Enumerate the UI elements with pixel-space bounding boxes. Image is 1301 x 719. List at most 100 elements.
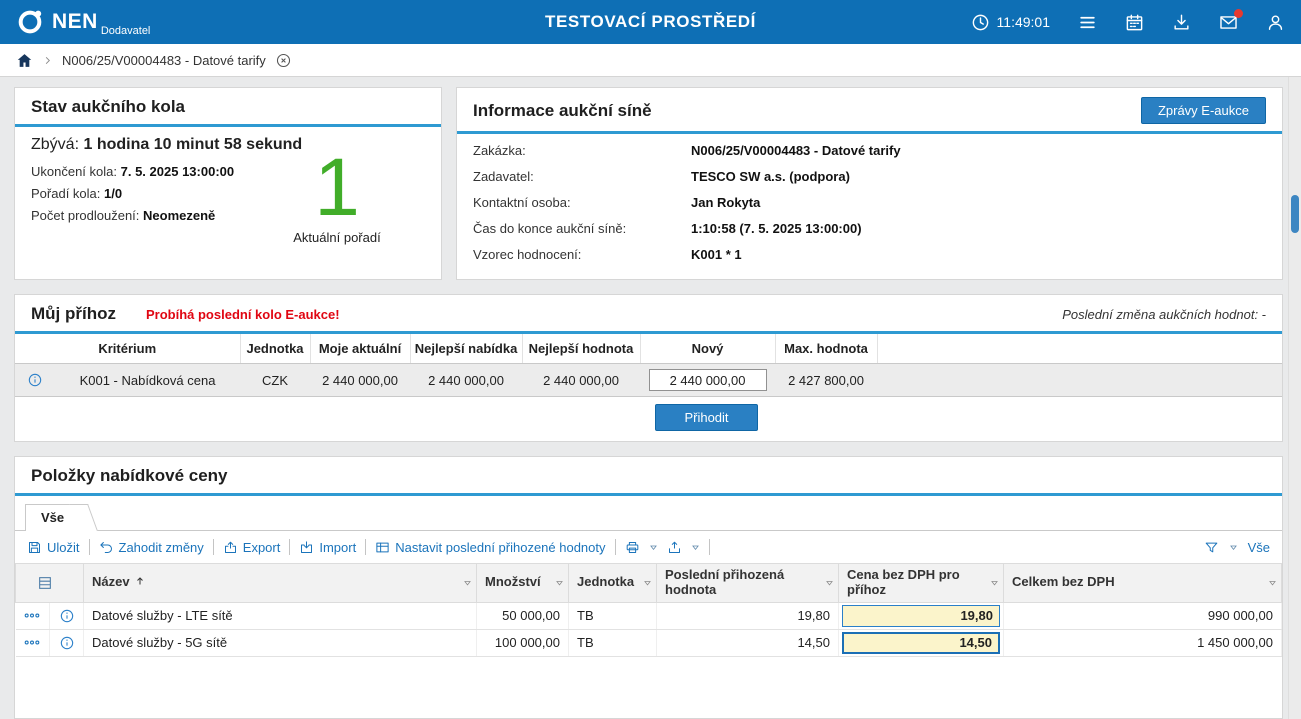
- filter-caret-icon[interactable]: [1268, 578, 1277, 587]
- col-max-value: Max. hodnota: [775, 334, 877, 364]
- nen-brand[interactable]: NEN Dodavatel: [16, 8, 150, 36]
- brand-name: NEN: [52, 12, 98, 32]
- filter-caret-icon[interactable]: [463, 578, 472, 587]
- item-price-input[interactable]: [842, 632, 1000, 654]
- item-total: 1 450 000,00: [1004, 629, 1282, 656]
- panel-title: Můj příhoz: [31, 304, 116, 324]
- close-tab-icon[interactable]: [275, 52, 292, 69]
- batch-actions-icon[interactable]: [16, 564, 84, 603]
- toolbar-separator: [365, 539, 366, 555]
- info-icon[interactable]: [15, 364, 55, 397]
- import-button[interactable]: Import: [299, 540, 356, 555]
- item-unit: TB: [569, 602, 657, 629]
- col-best-value: Nejlepší hodnota: [522, 334, 640, 364]
- info-icon[interactable]: [50, 629, 84, 656]
- price-items-panel: Položky nabídkové ceny Vše Uložit Zahodi…: [14, 456, 1283, 719]
- toolbar-separator: [213, 539, 214, 555]
- last-change-note: Poslední změna aukčních hodnot: -: [1062, 307, 1266, 322]
- view-filter-label[interactable]: Vše: [1248, 540, 1270, 555]
- bid-best-value: 2 440 000,00: [522, 364, 640, 397]
- eauction-messages-button[interactable]: Zprávy E-aukce: [1141, 97, 1266, 124]
- col-unit: Jednotka: [240, 334, 310, 364]
- print-dropdown-icon[interactable]: [649, 543, 658, 552]
- brand-subtitle: Dodavatel: [101, 25, 151, 37]
- chevron-right-icon: [42, 55, 53, 66]
- place-bid-button[interactable]: Přihodit: [655, 404, 757, 431]
- discard-changes-button[interactable]: Zahodit změny: [99, 540, 204, 555]
- server-clock: 11:49:01: [971, 13, 1050, 32]
- col-total-excl-vat[interactable]: Celkem bez DPH: [1004, 564, 1282, 603]
- row-menu-icon[interactable]: [16, 602, 50, 629]
- col-price-excl-vat[interactable]: Cena bez DPH pro příhoz: [839, 564, 1004, 603]
- item-price-input[interactable]: [842, 605, 1000, 627]
- bid-filler: [877, 364, 1282, 397]
- item-last-value: 19,80: [657, 602, 839, 629]
- evaluation-formula-field: Vzorec hodnocení: K001 * 1: [473, 247, 1266, 262]
- filter-caret-icon[interactable]: [990, 578, 999, 587]
- user-icon[interactable]: [1266, 13, 1285, 32]
- auction-room-page: NEN Dodavatel TESTOVACÍ PROSTŘEDÍ 11:49:…: [0, 0, 1301, 719]
- server-time: 11:49:01: [997, 14, 1050, 30]
- filter-caret-icon[interactable]: [825, 578, 834, 587]
- contract-field: Zakázka: N006/25/V00004483 - Datové tari…: [473, 143, 1266, 158]
- filter-caret-icon[interactable]: [555, 578, 564, 587]
- filter-caret-icon[interactable]: [643, 578, 652, 587]
- bid-unit: CZK: [240, 364, 310, 397]
- app-header: NEN Dodavatel TESTOVACÍ PROSTŘEDÍ 11:49:…: [0, 0, 1301, 44]
- contact-person-field: Kontaktní osoba: Jan Rokyta: [473, 195, 1266, 210]
- auction-room-info-panel: Informace aukční síně Zprávy E-aukce Zak…: [456, 87, 1283, 280]
- auction-round-status-panel: Stav aukčního kola Zbývá: 1 hodina 10 mi…: [14, 87, 442, 280]
- item-name: Datové služby - 5G sítě: [84, 629, 477, 656]
- share-dropdown-icon[interactable]: [691, 543, 700, 552]
- table-row: Datové služby - LTE sítě 50 000,00 TB 19…: [16, 602, 1282, 629]
- panel-title: Položky nabídkové ceny: [31, 466, 228, 486]
- bid-max-value: 2 427 800,00: [775, 364, 877, 397]
- new-bid-input[interactable]: [649, 369, 767, 391]
- menu-icon[interactable]: [1078, 13, 1097, 32]
- print-button[interactable]: [625, 540, 640, 555]
- col-last-bid-value[interactable]: Poslední přihozená hodnota: [657, 564, 839, 603]
- table-row: Datové služby - 5G sítě 100 000,00 TB 14…: [16, 629, 1282, 656]
- download-icon[interactable]: [1172, 13, 1191, 32]
- bid-row: K001 - Nabídková cena CZK 2 440 000,00 2…: [15, 364, 1282, 397]
- view-dropdown-icon[interactable]: [1229, 543, 1238, 552]
- panel-title: Informace aukční síně: [473, 101, 652, 121]
- last-round-warning: Probíhá poslední kolo E-aukce!: [146, 307, 340, 322]
- col-unit[interactable]: Jednotka: [569, 564, 657, 603]
- bid-criterion: K001 - Nabídková cena: [55, 364, 240, 397]
- calendar-icon[interactable]: [1125, 13, 1144, 32]
- col-criterion: Kritérium: [15, 334, 240, 364]
- col-name[interactable]: Název: [84, 564, 477, 603]
- items-toolbar: Uložit Zahodit změny Export Import: [15, 531, 1282, 563]
- bid-table: Kritérium Jednotka Moje aktuální Nejlepš…: [15, 334, 1282, 397]
- current-rank-label: Aktuální pořadí: [257, 230, 417, 245]
- col-new: Nový: [640, 334, 775, 364]
- filter-icon[interactable]: [1204, 540, 1219, 555]
- save-button[interactable]: Uložit: [27, 540, 80, 555]
- contracting-authority-field: Zadavatel: TESCO SW a.s. (podpora): [473, 169, 1266, 184]
- item-unit: TB: [569, 629, 657, 656]
- home-icon[interactable]: [16, 52, 33, 69]
- current-rank-value: 1: [257, 149, 417, 227]
- info-icon[interactable]: [50, 602, 84, 629]
- bid-my-current: 2 440 000,00: [310, 364, 410, 397]
- sort-asc-icon: [130, 574, 146, 589]
- panel-title: Stav aukčního kola: [31, 97, 185, 117]
- tab-all[interactable]: Vše: [25, 504, 84, 531]
- col-quantity[interactable]: Množství: [477, 564, 569, 603]
- item-last-value: 14,50: [657, 629, 839, 656]
- item-name: Datové služby - LTE sítě: [84, 602, 477, 629]
- items-tab-row: Vše: [15, 496, 1282, 531]
- my-bid-panel: Můj příhoz Probíhá poslední kolo E-aukce…: [14, 294, 1283, 442]
- col-best-offer: Nejlepší nabídka: [410, 334, 522, 364]
- row-menu-icon[interactable]: [16, 629, 50, 656]
- set-last-bid-values-button[interactable]: Nastavit poslední přihozené hodnoty: [375, 540, 605, 555]
- toolbar-separator: [709, 539, 710, 555]
- item-total: 990 000,00: [1004, 602, 1282, 629]
- breadcrumb: N006/25/V00004483 - Datové tarify: [0, 44, 1301, 77]
- breadcrumb-item[interactable]: N006/25/V00004483 - Datové tarify: [62, 53, 266, 68]
- share-button[interactable]: [667, 540, 682, 555]
- export-button[interactable]: Export: [223, 540, 281, 555]
- price-items-table: Název Množství Jednotka Poslední př: [15, 563, 1282, 657]
- mail-icon[interactable]: [1219, 13, 1238, 32]
